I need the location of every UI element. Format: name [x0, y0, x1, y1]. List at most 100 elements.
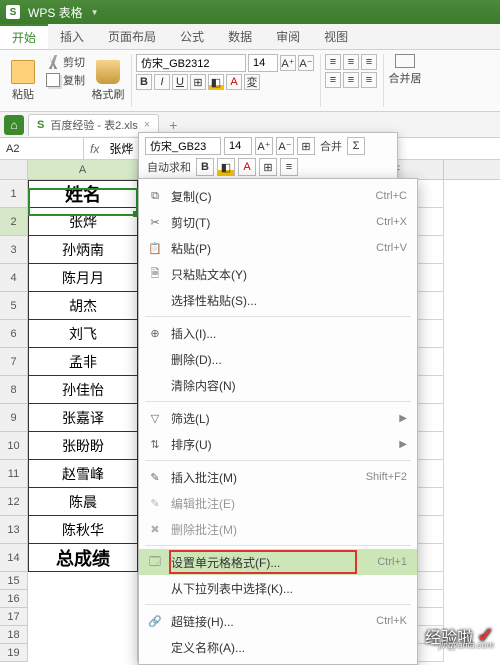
ctx-delete[interactable]: 删除(D)...: [139, 346, 417, 372]
italic-button[interactable]: I: [154, 74, 170, 90]
cell[interactable]: [28, 590, 138, 608]
cut-button[interactable]: 剪切: [44, 54, 87, 70]
col-header-A[interactable]: A: [28, 160, 138, 179]
cell[interactable]: 张盼盼: [28, 432, 138, 460]
row-header[interactable]: 4: [0, 264, 28, 292]
tab-data[interactable]: 数据: [216, 24, 264, 49]
increase-font-button[interactable]: A⁺: [280, 55, 296, 71]
bold-button[interactable]: B: [136, 74, 152, 90]
mini-font-color[interactable]: A: [238, 158, 256, 176]
home-icon[interactable]: ⌂: [4, 115, 24, 135]
ctx-define-name[interactable]: 定义名称(A)...: [139, 634, 417, 660]
cell[interactable]: 刘飞: [28, 320, 138, 348]
ctx-paste-text[interactable]: 🗎只粘贴文本(Y): [139, 261, 417, 287]
align-top-button[interactable]: ≡: [325, 54, 341, 70]
ctx-filter[interactable]: ▽筛选(L)▶: [139, 405, 417, 431]
format-painter-button[interactable]: 格式刷: [91, 54, 125, 107]
align-bot-button[interactable]: ≡: [361, 54, 377, 70]
cell[interactable]: 孙炳南: [28, 236, 138, 264]
cell[interactable]: 姓名: [28, 180, 138, 208]
tab-layout[interactable]: 页面布局: [96, 24, 168, 49]
tab-formula[interactable]: 公式: [168, 24, 216, 49]
cell[interactable]: 张嘉译: [28, 404, 138, 432]
cell[interactable]: 总成绩: [28, 544, 138, 572]
cell[interactable]: 孙佳怡: [28, 376, 138, 404]
row-header[interactable]: 2: [0, 208, 28, 236]
name-box[interactable]: A2: [0, 138, 84, 159]
fill-color-button[interactable]: ◧: [208, 74, 224, 90]
ctx-sort[interactable]: ⇅排序(U)▶: [139, 431, 417, 457]
cell[interactable]: 孟非: [28, 348, 138, 376]
cell[interactable]: 赵雪峰: [28, 460, 138, 488]
ctx-format-cells[interactable]: 🗔设置单元格格式(F)...Ctrl+1: [139, 549, 417, 575]
tab-insert[interactable]: 插入: [48, 24, 96, 49]
align-right-button[interactable]: ≡: [361, 72, 377, 88]
new-tab-button[interactable]: +: [163, 117, 183, 133]
row-header[interactable]: 11: [0, 460, 28, 488]
ctx-hyperlink[interactable]: 🔗超链接(H)...Ctrl+K: [139, 608, 417, 634]
mini-bold[interactable]: B: [196, 158, 214, 176]
row-header[interactable]: 14: [0, 544, 28, 572]
align-center-button[interactable]: ≡: [343, 72, 359, 88]
ctx-dropdown-list[interactable]: 从下拉列表中选择(K)...: [139, 575, 417, 601]
underline-button[interactable]: U: [172, 74, 188, 90]
row-header[interactable]: 18: [0, 626, 28, 644]
mini-fill[interactable]: ◧: [217, 158, 235, 176]
tab-home[interactable]: 开始: [0, 24, 48, 49]
row-header[interactable]: 13: [0, 516, 28, 544]
mini-decrease-font[interactable]: A⁻: [276, 137, 294, 155]
row-header[interactable]: 16: [0, 590, 28, 608]
tab-review[interactable]: 审阅: [264, 24, 312, 49]
fx-icon[interactable]: fx: [84, 142, 105, 156]
row-header[interactable]: 19: [0, 644, 28, 662]
merge-button[interactable]: 合并居: [388, 54, 422, 86]
align-left-button[interactable]: ≡: [325, 72, 341, 88]
row-header[interactable]: 17: [0, 608, 28, 626]
ctx-insert[interactable]: ⊕插入(I)...: [139, 320, 417, 346]
cell[interactable]: [28, 644, 138, 662]
select-all-corner[interactable]: [0, 160, 28, 179]
cell[interactable]: 陈晨: [28, 488, 138, 516]
cell[interactable]: 陈月月: [28, 264, 138, 292]
font-color-button[interactable]: A: [226, 74, 242, 90]
mini-increase-font[interactable]: A⁺: [255, 137, 273, 155]
ctx-clear[interactable]: 清除内容(N): [139, 372, 417, 398]
row-header[interactable]: 6: [0, 320, 28, 348]
ctx-edit-comment[interactable]: ✎编辑批注(E): [139, 490, 417, 516]
font-name-select[interactable]: 仿宋_GB2312: [136, 54, 246, 72]
ctx-copy[interactable]: ⧉复制(C)Ctrl+C: [139, 183, 417, 209]
ctx-cut[interactable]: ✂剪切(T)Ctrl+X: [139, 209, 417, 235]
row-header[interactable]: 1: [0, 180, 28, 208]
cell-selected[interactable]: 张烨: [28, 208, 138, 236]
cell[interactable]: 陈秋华: [28, 516, 138, 544]
cell[interactable]: 胡杰: [28, 292, 138, 320]
cell[interactable]: [28, 626, 138, 644]
row-header[interactable]: 8: [0, 376, 28, 404]
row-header[interactable]: 15: [0, 572, 28, 590]
align-mid-button[interactable]: ≡: [343, 54, 359, 70]
mini-size-select[interactable]: 14: [224, 137, 252, 155]
mini-align[interactable]: ≡: [280, 158, 298, 176]
ctx-delete-comment[interactable]: ✖删除批注(M): [139, 516, 417, 542]
phonetic-button[interactable]: 変: [244, 74, 260, 90]
row-header[interactable]: 7: [0, 348, 28, 376]
cell[interactable]: [28, 572, 138, 590]
row-header[interactable]: 5: [0, 292, 28, 320]
mini-merge-icon[interactable]: ⊞: [297, 137, 315, 155]
chevron-down-icon[interactable]: ▼: [91, 8, 99, 17]
mini-sum-icon[interactable]: Σ: [347, 137, 365, 155]
mini-border[interactable]: ⊞: [259, 158, 277, 176]
ctx-insert-comment[interactable]: ✎插入批注(M)Shift+F2: [139, 464, 417, 490]
decrease-font-button[interactable]: A⁻: [298, 55, 314, 71]
ctx-paste-special[interactable]: 选择性粘贴(S)...: [139, 287, 417, 313]
close-tab-button[interactable]: ×: [144, 119, 150, 131]
paste-button[interactable]: 粘贴: [6, 54, 40, 107]
row-header[interactable]: 3: [0, 236, 28, 264]
cell[interactable]: [28, 608, 138, 626]
row-header[interactable]: 12: [0, 488, 28, 516]
copy-button[interactable]: 复制: [44, 72, 87, 88]
row-header[interactable]: 10: [0, 432, 28, 460]
tab-view[interactable]: 视图: [312, 24, 360, 49]
mini-font-select[interactable]: 仿宋_GB23: [145, 137, 221, 155]
row-header[interactable]: 9: [0, 404, 28, 432]
